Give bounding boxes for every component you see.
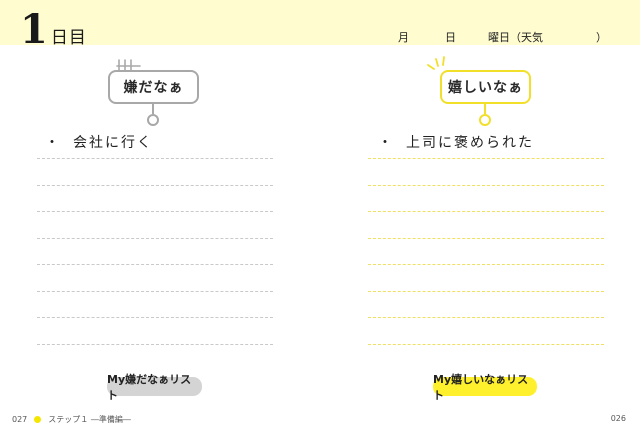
weather-close-paren: ） [596,31,607,44]
month-label: 月 [398,31,409,44]
dislike-card-bulb [147,114,159,126]
like-bullet: ・ [378,135,394,151]
like-item-text: 上司に褒められた [406,135,534,151]
like-writing-line [368,158,604,159]
like-writing-line [368,238,604,239]
dislike-list-item: ・会社に行く [45,132,153,152]
like-card: 嬉しいなぁ [440,70,531,104]
like-writing-line [368,344,604,345]
dislike-card: 嫌だなぁ [108,70,199,104]
dislike-writing-line [37,211,273,212]
dislike-card-stem [152,104,154,114]
page-number-right: 026 [610,414,626,423]
dislike-writing-line [37,344,273,345]
day-suffix: 日目 [50,28,87,48]
like-writing-line [368,317,604,318]
day-number: 1 [20,6,48,53]
header-band [0,0,640,45]
like-card-title: 嬉しいなぁ [448,80,523,96]
like-card-stem [484,104,486,114]
like-writing-line [368,185,604,186]
dislike-writing-line [37,317,273,318]
like-writing-line [368,291,604,292]
dislike-list-label: My嫌だなぁリスト [107,373,202,402]
dislike-writing-line [37,185,273,186]
dislike-item-text: 会社に行く [73,135,153,151]
dislike-bullet: ・ [45,135,61,151]
section-title: ステップ１ ―準備編― [48,415,131,424]
footer-left: 027 ステップ１ ―準備編― [12,414,131,425]
dislike-card-title: 嫌だなぁ [123,80,184,96]
weekday-weather-label: 曜日（天気 [488,31,543,44]
dislike-writing-line [37,158,273,159]
day-title: 1 日目 [20,10,87,50]
dislike-writing-line [37,238,273,239]
section-dot-icon [34,416,42,423]
dislike-writing-line [37,264,273,265]
like-list-item: ・上司に褒められた [378,132,534,152]
like-writing-line [368,211,604,212]
like-card-bulb [479,114,491,126]
like-writing-line [368,264,604,265]
like-list-label: My嬉しいなぁリスト [433,373,537,402]
dislike-writing-line [37,291,273,292]
page-number-left: 027 [12,415,28,424]
day-label: 日 [445,31,456,44]
